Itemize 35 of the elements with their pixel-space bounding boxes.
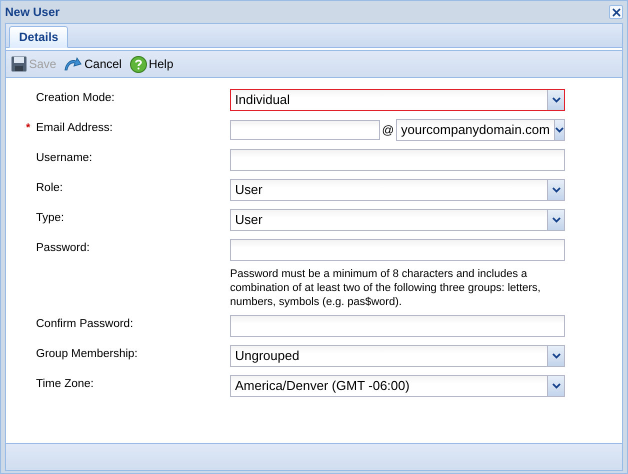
curved-arrow-icon	[64, 57, 82, 71]
field-label: Email Address:	[36, 122, 113, 134]
caret-icon	[552, 97, 560, 103]
toolbar-button[interactable]: Cancel	[62, 57, 124, 71]
field-label: Type:	[36, 212, 64, 224]
caret-icon	[552, 353, 560, 359]
dropdown[interactable]: User	[230, 209, 565, 231]
close-button[interactable]	[609, 5, 623, 19]
input-field[interactable]	[230, 315, 565, 337]
field-label: Role:	[36, 182, 63, 194]
field-label: Time Zone:	[36, 378, 94, 390]
dropdown[interactable]: yourcompanydomain.com	[396, 119, 565, 141]
field-label: Username:	[36, 152, 92, 164]
input-field[interactable]	[230, 149, 565, 171]
help-icon	[130, 56, 147, 72]
tab[interactable]: Details	[9, 26, 68, 48]
field-label: Group Membership:	[36, 348, 138, 360]
dropdown[interactable]: Individual	[230, 89, 565, 111]
required-marker: *	[26, 122, 32, 134]
caret-icon	[552, 383, 560, 389]
caret-icon	[554, 127, 564, 133]
input-field[interactable]	[230, 239, 565, 261]
caret-icon	[552, 187, 560, 193]
field-label: Confirm Password:	[36, 318, 134, 330]
dropdown[interactable]: Ungrouped	[230, 345, 565, 367]
input-field[interactable]	[230, 120, 380, 140]
field-label: Creation Mode:	[36, 92, 115, 104]
window-title: New User	[5, 5, 60, 19]
dropdown[interactable]: User	[230, 179, 565, 201]
help-text: Password must be a minimum of 8 characters and includes a combination of at least two of the following three groups: letters, numbers, symbols (e.g. pas$word).	[230, 267, 542, 309]
dropdown[interactable]: America/Denver (GMT -06:00)	[230, 375, 565, 397]
field-label: Password:	[36, 242, 90, 254]
at-sign: @	[380, 123, 396, 137]
caret-icon	[552, 217, 560, 223]
toolbar-button[interactable]: Help	[128, 56, 176, 72]
